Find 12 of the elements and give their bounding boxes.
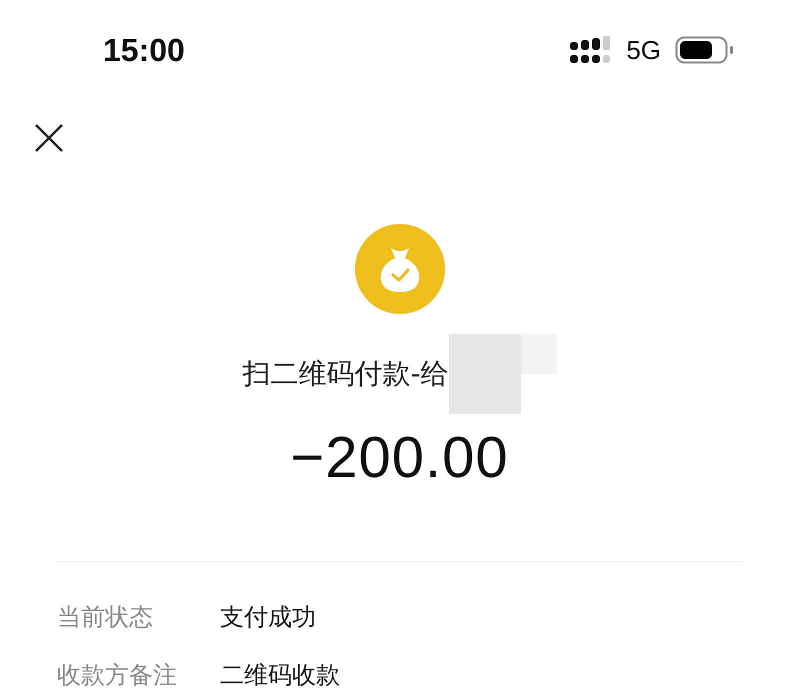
detail-value: 二维码收款	[220, 660, 340, 690]
transaction-title: 扫二维码付款-给	[242, 356, 449, 392]
signal-icon	[570, 36, 612, 64]
detail-value: 支付成功	[220, 602, 316, 632]
detail-label: 当前状态	[57, 602, 154, 632]
network-label: 5G	[626, 34, 661, 66]
battery-icon	[675, 36, 735, 64]
close-icon[interactable]	[34, 123, 64, 153]
detail-label: 收款方备注	[57, 660, 178, 690]
amount: −200.00	[290, 424, 509, 491]
status-time: 15:00	[103, 32, 186, 68]
money-bag-icon	[354, 224, 444, 314]
